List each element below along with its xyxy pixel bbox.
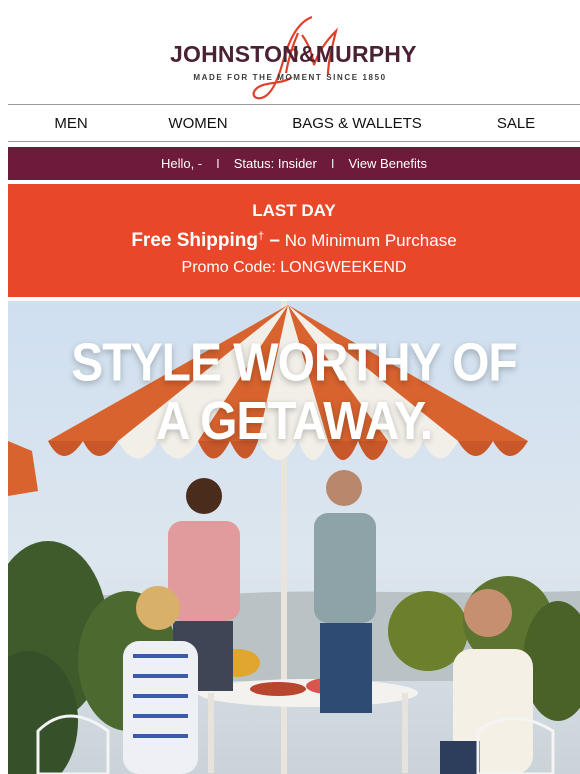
main-nav: MEN WOMEN BAGS & WALLETS SALE [8,104,580,142]
nav-item-bags-wallets[interactable]: BAGS & WALLETS [262,115,452,132]
nav-item-women[interactable]: WOMEN [134,115,262,132]
brand-name: JOHNSTON&MURPHY [170,41,417,67]
hero-headline: STYLE WORTHY OF A GETAWAY. [8,333,580,452]
divider: I [330,156,335,171]
header: JOHNSTON&MURPHY MADE FOR THE MOMENT SINC… [0,0,580,104]
email-page: JOHNSTON&MURPHY MADE FOR THE MOMENT SINC… [0,0,580,774]
hero-image[interactable]: STYLE WORTHY OF A GETAWAY. [8,301,580,774]
status-text: Status: Insider [233,156,317,171]
promo-shipping-line: Free Shipping† – No Minimum Purchase [8,230,580,252]
dash: – [264,230,280,251]
nav-item-men[interactable]: MEN [8,115,134,132]
free-shipping-text: Free Shipping [131,230,258,251]
greeting-text: Hello, - [160,156,203,171]
nav-item-sale[interactable]: SALE [452,115,580,132]
promo-code-text: Promo Code: LONGWEEKEND [181,259,407,276]
brand-tagline: MADE FOR THE MOMENT SINCE 1850 [193,73,387,82]
brand-logo[interactable]: JOHNSTON&MURPHY MADE FOR THE MOMENT SINC… [170,7,417,100]
hero-headline-line2: A GETAWAY. [155,391,433,452]
promo-headline: LAST DAY [252,201,336,220]
no-minimum-text: No Minimum Purchase [284,231,457,250]
loyalty-bar: Hello, - I Status: Insider I View Benefi… [8,147,580,180]
divider: I [216,156,220,171]
promo-banner[interactable]: LAST DAY Free Shipping† – No Minimum Pur… [8,184,580,297]
view-benefits-link[interactable]: View Benefits [349,156,428,171]
hero-headline-line1: STYLE WORTHY OF [71,333,517,393]
